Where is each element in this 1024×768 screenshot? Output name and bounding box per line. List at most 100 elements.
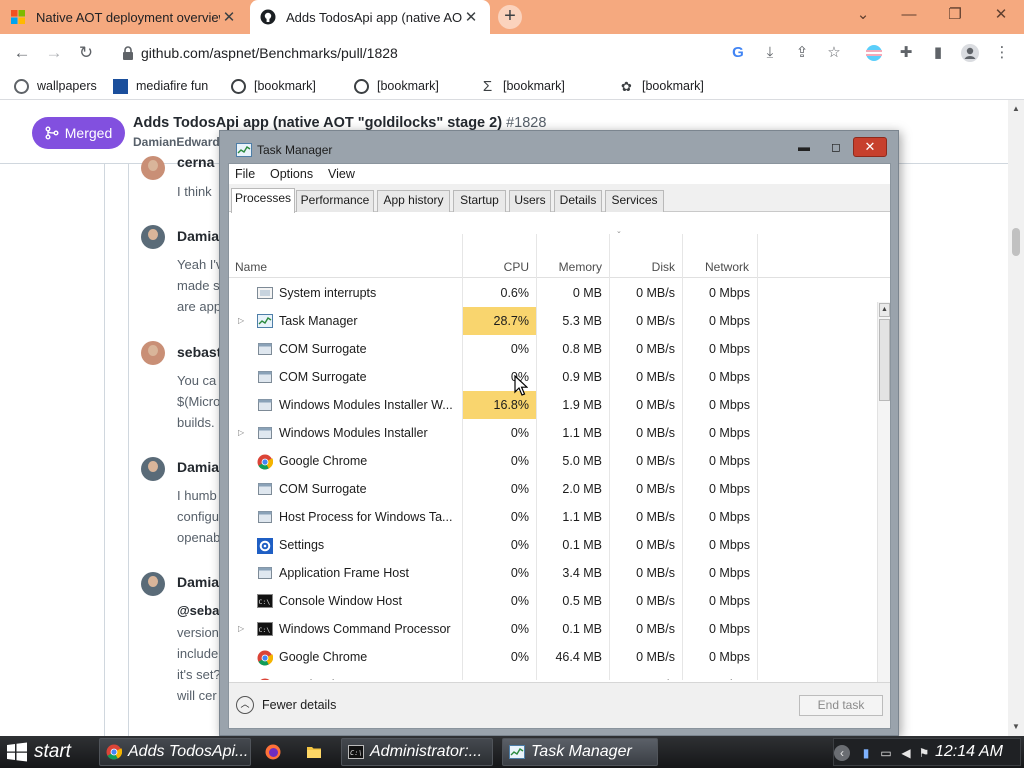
minimize-button[interactable]: ▬ [790,139,818,157]
install-icon[interactable]: ⤓ [760,43,780,63]
process-row[interactable]: Settings 0% 0.1 MB 0 MB/s 0 Mbps [229,531,875,559]
back-arrow-icon[interactable]: ‹ [834,745,850,761]
column-network[interactable]: Network [683,260,749,274]
taskbar-firefox[interactable] [265,738,287,766]
restore-button[interactable]: ❐ [941,4,969,28]
process-row[interactable]: COM Surrogate 0% 2.0 MB 0 MB/s 0 Mbps [229,475,875,503]
end-task-button[interactable]: End task [799,695,883,716]
comment-author[interactable]: cerna [177,154,214,170]
taskbar-chrome[interactable]: Adds TodosApi... [99,738,251,766]
scroll-up-icon[interactable]: ▲ [1012,104,1020,113]
process-row[interactable]: ▷ Windows Modules Installer 0% 1.1 MB 0 MB/s… [229,419,875,447]
tab-native-aot[interactable]: Native AOT deployment overview ✕ [0,0,248,34]
expand-arrow-icon[interactable]: ▷ [238,428,244,437]
share-icon[interactable]: ⇪ [792,43,812,63]
bookmark-star-icon[interactable]: ☆ [824,43,844,63]
process-row[interactable]: System interrupts 0.6% 0 MB 0 MB/s 0 Mbps [229,279,875,307]
clock[interactable]: 12:14 AM [935,743,1003,761]
process-row[interactable]: C:\ Console Window Host 0% 0.5 MB 0 MB/s 0 Mb… [229,587,875,615]
display-icon[interactable]: ▭ [878,745,894,761]
avatar[interactable] [141,457,165,481]
process-row[interactable]: Google Chrome 0%3.2 MB0 MB/s0 Mbps [229,671,875,680]
extensions-icon[interactable]: ✚ [896,43,916,63]
expand-arrow-icon[interactable]: ▷ [238,316,244,325]
comment-author[interactable]: Damia [177,459,219,475]
tab-todosapi-pr[interactable]: Adds TodosApi app (native AOT ✕ [250,0,490,34]
close-tab-icon[interactable]: ✕ [462,8,480,26]
tab-app-history[interactable]: App history [377,190,450,212]
minimize-button[interactable]: — [895,4,923,28]
menu-options[interactable]: Options [270,167,313,181]
bookmark-item[interactable]: Σ [bookmark] [480,77,565,95]
process-row[interactable]: Google Chrome 0% 46.4 MB 0 MB/s 0 Mbps [229,643,875,671]
tab-performance[interactable]: Performance [296,190,374,212]
close-button[interactable]: ✕ [853,137,887,157]
avatar[interactable] [141,341,165,365]
bookmark-item[interactable]: ✿ [bookmark] [619,77,704,95]
task-manager-titlebar[interactable]: Task Manager ▬ ◻ ✕ [220,131,898,163]
comment-author[interactable]: Damia [177,228,219,244]
menu-view[interactable]: View [328,167,355,181]
tab-startup[interactable]: Startup [453,190,506,212]
volume-icon[interactable]: ◀ [898,745,914,761]
tab-users[interactable]: Users [509,190,551,212]
scroll-up-icon[interactable]: ▲ [879,303,890,317]
google-icon[interactable]: G [728,43,748,63]
avatar[interactable] [141,572,165,596]
pr-author[interactable]: DamianEdwards [133,135,226,149]
process-row[interactable]: Host Process for Windows Ta... 0% 1.1 MB 0 … [229,503,875,531]
taskbar-admin-console[interactable]: C:\ Administrator:... [341,738,493,766]
page-scrollbar[interactable]: ▲ ▼ [1008,100,1024,736]
maximize-button[interactable]: ◻ [822,139,850,157]
close-window-button[interactable]: ✕ [987,4,1015,28]
process-row[interactable]: COM Surrogate 0% 0.8 MB 0 MB/s 0 Mbps [229,335,875,363]
taskbar-task-manager[interactable]: Task Manager [502,738,658,766]
bookmark-item[interactable]: [bookmark] [354,77,439,95]
comment-author[interactable]: Damia [177,574,219,590]
network-icon[interactable]: ▮ [858,745,874,761]
url-text[interactable]: github.com/aspnet/Benchmarks/pull/1828 [141,45,398,61]
profile-flag-icon[interactable] [864,43,884,63]
chevron-down-icon[interactable]: ⌄ [849,4,877,28]
bookmark-item[interactable]: [bookmark] [231,77,316,95]
scroll-thumb[interactable] [1012,228,1020,256]
bookmark-item[interactable]: mediafire fun [113,77,208,95]
forward-button[interactable]: → [41,40,67,66]
comment-text[interactable]: @seba [177,603,219,618]
new-tab-button[interactable]: + [498,5,522,29]
close-tab-icon[interactable]: ✕ [220,8,238,26]
fewer-details-button[interactable]: ︿ Fewer details [236,696,336,714]
avatar[interactable] [141,156,165,180]
side-panel-icon[interactable]: ▮ [928,43,948,63]
menu-icon[interactable]: ⋮ [992,43,1012,63]
start-button[interactable]: start [2,737,88,767]
menu-file[interactable]: File [235,167,255,181]
tab-services[interactable]: Services [605,190,664,212]
process-row[interactable]: ▷ Task Manager 28.7% 5.3 MB 0 MB/s 0 Mbps [229,307,875,335]
bookmark-item[interactable]: wallpapers [14,77,97,95]
scroll-thumb[interactable] [879,319,890,401]
column-memory[interactable]: Memory [537,260,602,274]
process-row[interactable]: Windows Modules Installer W... 16.8% 1.9 M… [229,391,875,419]
taskbar-label: Task Manager [531,743,632,760]
column-cpu[interactable]: CPU [463,260,529,274]
tab-processes[interactable]: Processes [231,188,295,213]
avatar[interactable] [141,225,165,249]
tab-details[interactable]: Details [554,190,602,212]
process-row[interactable]: ▷ C:\ Windows Command Processor 0% 0.1 MB 0 M… [229,615,875,643]
scroll-down-icon[interactable]: ▼ [1012,722,1020,731]
back-button[interactable]: ← [9,40,35,66]
process-row[interactable]: Google Chrome 0% 5.0 MB 0 MB/s 0 Mbps [229,447,875,475]
reload-button[interactable]: ↻ [73,40,99,66]
pr-number[interactable]: #1828 [506,115,546,131]
comment-author[interactable]: sebast [177,344,221,360]
column-disk[interactable]: Disk [610,260,675,274]
process-row[interactable]: COM Surrogate 0% 0.9 MB 0 MB/s 0 Mbps [229,363,875,391]
column-name[interactable]: Name [235,260,267,274]
expand-arrow-icon[interactable]: ▷ [238,624,244,633]
profile-icon[interactable] [960,43,980,63]
process-row[interactable]: Application Frame Host 0% 3.4 MB 0 MB/s 0 Mb… [229,559,875,587]
flag-icon[interactable]: ⚑ [916,745,932,761]
process-list-scrollbar[interactable]: ▲ ▼ [877,302,890,712]
taskbar-explorer[interactable] [306,738,328,766]
